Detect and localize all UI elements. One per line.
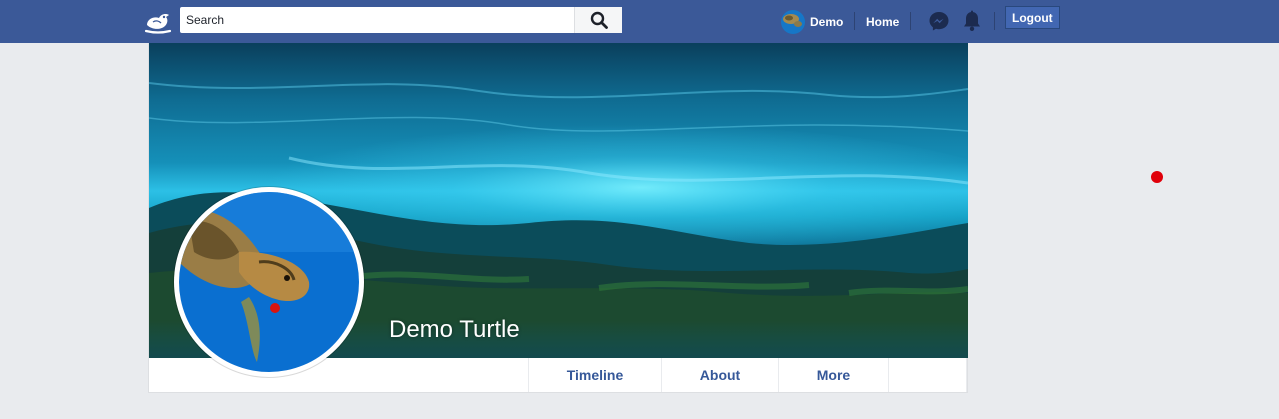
profile-link[interactable]: Demo <box>781 0 843 43</box>
top-navigation-bar: Demo Home Logout <box>0 0 1279 43</box>
profile-header: Demo Turtle Timeline About More <box>148 43 968 393</box>
messenger-icon[interactable] <box>926 8 952 34</box>
tab-empty <box>888 358 967 392</box>
tab-more[interactable]: More <box>778 358 888 392</box>
divider <box>854 12 855 30</box>
cursor-marker <box>1151 171 1163 183</box>
divider <box>910 12 911 30</box>
user-name: Demo <box>810 14 844 29</box>
search-input[interactable] <box>180 7 574 33</box>
search-bar <box>180 7 622 33</box>
profile-picture[interactable] <box>174 187 364 377</box>
avatar <box>781 9 805 34</box>
divider <box>994 12 995 30</box>
tab-timeline[interactable]: Timeline <box>528 358 661 392</box>
logout-button[interactable]: Logout <box>1005 6 1060 29</box>
search-icon <box>590 11 608 29</box>
home-link[interactable]: Home <box>866 0 899 43</box>
tab-about[interactable]: About <box>661 358 778 392</box>
search-button[interactable] <box>574 7 622 33</box>
bell-icon[interactable] <box>959 8 985 34</box>
profile-tabs: Timeline About More <box>528 358 967 392</box>
profile-name: Demo Turtle <box>389 316 520 343</box>
bird-logo-icon[interactable] <box>142 5 174 37</box>
